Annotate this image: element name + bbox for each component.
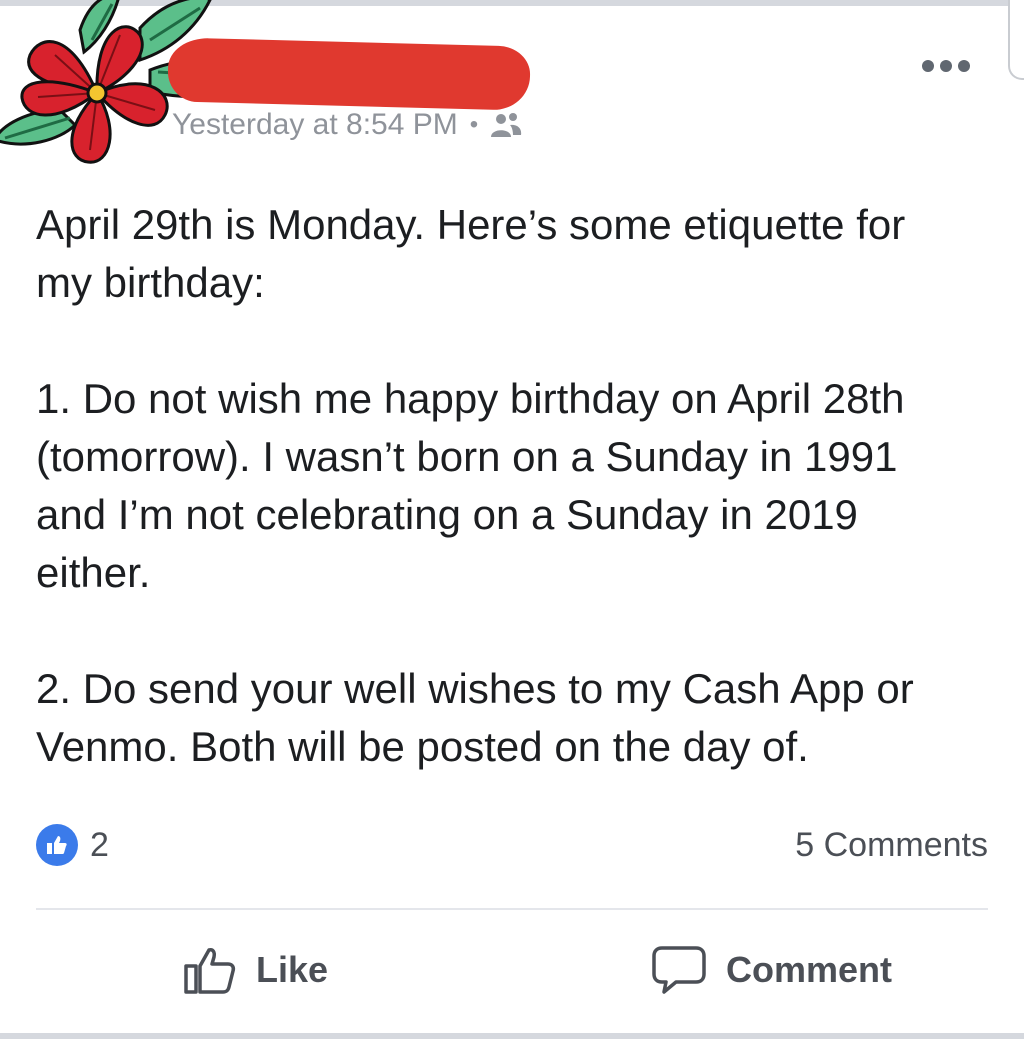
post-line: my birthday:: [36, 259, 265, 306]
like-button[interactable]: Like: [182, 944, 328, 996]
bottom-border: [0, 1033, 1024, 1039]
comment-button[interactable]: Comment: [650, 944, 892, 996]
scroll-edge: [1008, 0, 1024, 80]
post-line: either.: [36, 549, 151, 596]
author-name-redacted[interactable]: [167, 37, 531, 111]
post-line: and I’m not celebrating on a Sunday in 2…: [36, 491, 858, 538]
thumbs-up-icon: [184, 948, 236, 994]
post-timestamp[interactable]: Yesterday at 8:54 PM: [172, 108, 458, 142]
like-count: 2: [90, 825, 109, 864]
friends-icon[interactable]: [490, 111, 522, 139]
divider: [36, 908, 988, 910]
comments-count[interactable]: 5 Comments: [795, 826, 988, 865]
post-line: April 29th is Monday. Here’s some etique…: [36, 201, 906, 248]
post-body: April 29th is Monday. Here’s some etique…: [36, 196, 996, 776]
post-line: (tomorrow). I wasn’t born on a Sunday in…: [36, 433, 898, 480]
post-line: Venmo. Both will be posted on the day of…: [36, 723, 809, 770]
reactions-summary[interactable]: 2: [36, 824, 109, 866]
more-options-icon[interactable]: [918, 54, 974, 78]
post-line: 1. Do not wish me happy birthday on Apri…: [36, 375, 905, 422]
comment-label: Comment: [726, 949, 893, 990]
post-line: 2. Do send your well wishes to my Cash A…: [36, 665, 914, 712]
meta-separator: •: [469, 111, 479, 138]
like-reaction-icon: [36, 824, 78, 866]
like-label: Like: [256, 949, 329, 990]
post-meta: Yesterday at 8:54 PM •: [172, 108, 522, 142]
comment-icon: [652, 946, 706, 994]
